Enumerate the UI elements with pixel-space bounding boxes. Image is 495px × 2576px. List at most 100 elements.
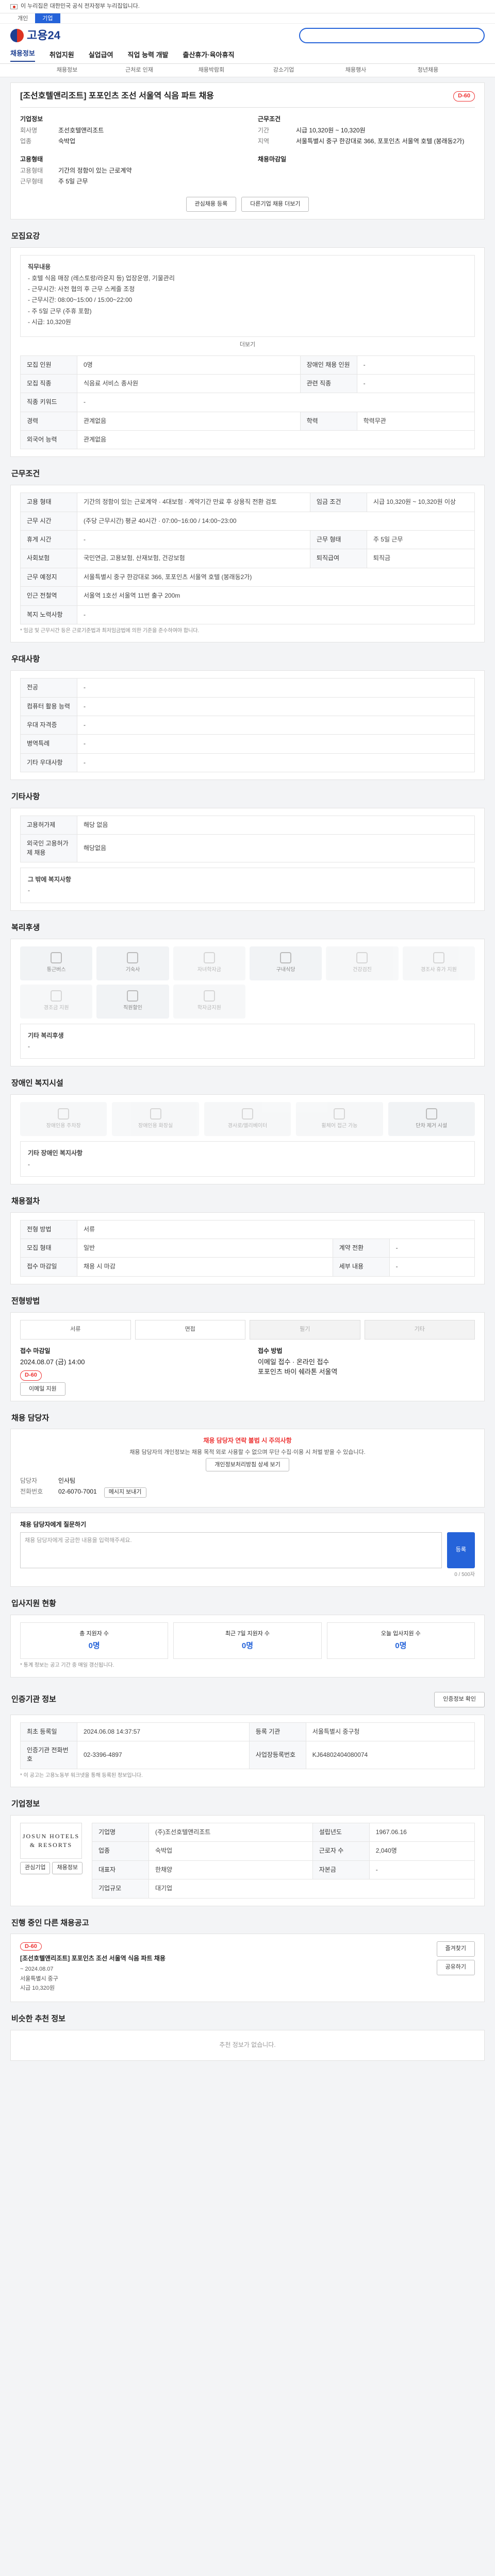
disability-extra: 기타 장애인 복지사항 - xyxy=(20,1141,475,1177)
contact-warning: 채용 담당자 연락 불법 시 주의사항 채용 담당자의 개인정보는 채용 목적 … xyxy=(20,1436,475,1471)
table-row: 병역특례 - xyxy=(20,734,475,754)
recent-job-title[interactable]: [조선호텔앤리조트] 포포인츠 조선 서울역 식음 파트 채용 xyxy=(20,1954,166,1963)
search-input[interactable] xyxy=(299,28,485,43)
job-title: [조선호텔앤리조트] 포포인츠 조선 서울역 식음 파트 채용 xyxy=(20,92,214,100)
warning-title: 채용 담당자 연락 불법 시 주의사항 xyxy=(203,1437,292,1445)
table-header: 컴퓨터 활용 능력 xyxy=(20,697,77,716)
table-row: 고용허가제 해당 없음 xyxy=(20,815,475,835)
table-cell: 채용 시 마감 xyxy=(77,1257,333,1277)
employment-type: 고용형태 고용형태 기간의 정함이 있는 근로계약 근무형태 주 5일 근무 xyxy=(20,155,237,188)
section-title: 기업정보 xyxy=(11,1800,40,1809)
description-line: - 호텔 식음 매장 (레스토랑/라운지 등) 업장운영, 기물관리 xyxy=(28,274,175,282)
content: [조선호텔앤리조트] 포포인츠 조선 서울역 식음 파트 채용 D-60 기업정… xyxy=(10,82,485,2081)
work-conditions: 근무조건 기간 시급 10,320원 ~ 10,320원 지역 서울특별시 중구 한… xyxy=(258,115,475,148)
recent-section: D-60 [조선호텔앤리조트] 포포인츠 조선 서울역 식음 파트 채용 ~ 2… xyxy=(10,1934,485,2003)
empty-message: 추천 정보가 없습니다. xyxy=(219,2041,276,2049)
nav-training[interactable]: 직업 능력 개발 xyxy=(128,50,169,60)
interest-button[interactable]: 관심채용 등록 xyxy=(186,196,237,212)
send-message-button[interactable]: 메시지 보내기 xyxy=(104,1487,146,1498)
subnav-item[interactable]: 청년채용 xyxy=(392,66,464,75)
question-textarea[interactable]: 채용 담당자에게 궁금한 내용을 입력해주세요. xyxy=(20,1532,442,1569)
table-cell: - xyxy=(77,393,475,412)
leave-icon xyxy=(433,952,444,964)
company-section: JOSUN HOTELS & RESORTS 관심기업 채용정보 기업명 (주)조선… xyxy=(10,1815,485,1906)
company-jobs-button[interactable]: 채용정보 xyxy=(52,1861,82,1874)
table-cell: 02-3396-4897 xyxy=(77,1740,250,1769)
table-header: 기업규모 xyxy=(91,1879,149,1899)
subnav-item[interactable]: 채용박람회 xyxy=(175,66,248,75)
tab-company[interactable]: 기업 xyxy=(35,13,60,23)
privacy-button[interactable]: 개인정보처리방침 상세 보기 xyxy=(206,1458,289,1471)
cert-button[interactable]: 인증정보 확인 xyxy=(434,1691,485,1707)
etc-extra-heading: 그 밖에 복지사항 xyxy=(28,876,71,884)
favorite-company-button[interactable]: 관심기업 xyxy=(20,1861,51,1874)
nav-unemployment[interactable]: 실업급여 xyxy=(89,50,113,60)
table-header: 설립년도 xyxy=(312,1822,370,1842)
company-info-heading: 기업정보 xyxy=(20,115,43,123)
table-header: 모집 직종 xyxy=(20,374,77,394)
welfare-label: 직원할인 xyxy=(123,1005,142,1011)
table-cell: 0명 xyxy=(77,355,301,375)
location-value: 서울특별시 중구 한강대로 366, 포포인츠 서울역 호텔 (봉래동2가) xyxy=(296,137,465,145)
company-name: 조선호텔앤리조트 xyxy=(58,126,104,134)
subnav-item[interactable]: 채용행사 xyxy=(320,66,392,75)
subnav-item[interactable]: 강소기업 xyxy=(248,66,320,75)
disability-icons: 장애인용 주차장 장애인용 화장실 경사로/엘리베이터 휠체어 접근 가능 단차… xyxy=(20,1102,475,1137)
bookmark-button[interactable]: 즐겨찾기 xyxy=(436,1941,475,1957)
subnav-item[interactable]: 채용정보 xyxy=(31,66,103,75)
company-industry: 숙박업 xyxy=(58,137,76,145)
recent-job-area: 서울특별시 중구 xyxy=(20,1975,58,1982)
subnav-item[interactable]: 근처로 인재 xyxy=(103,66,175,75)
contact-section: 채용 담당자 연락 불법 시 주의사항 채용 담당자의 개인정보는 채용 목적 … xyxy=(10,1429,485,1507)
disability-item: 경사로/엘리베이터 xyxy=(204,1102,291,1137)
company-table: 기업명 (주)조선호텔앤리조트 설립년도 1967.06.16 업종 숙박업 근로자 수2… xyxy=(91,1822,475,1899)
bus-icon xyxy=(51,952,62,964)
table-row: 기타 우대사항 - xyxy=(20,753,475,773)
sub-nav: 채용정보 근처로 인재 채용박람회 강소기업 채용행사 청년채용 xyxy=(0,64,495,77)
disability-item: 장애인용 주차장 xyxy=(20,1102,107,1137)
nav-support[interactable]: 취업지원 xyxy=(50,50,74,60)
nav-leave[interactable]: 출산휴가·육아휴직 xyxy=(183,50,235,60)
pref-table: 전공 - 컴퓨터 활용 능력 - 우대 자격증 - 병역특례 - 기타 우대사항 - xyxy=(20,678,475,773)
table-cell: - xyxy=(77,715,475,735)
submit-question-button[interactable]: 등록 xyxy=(447,1532,475,1569)
table-cell: 숙박업 xyxy=(148,1841,313,1861)
etc-table: 고용허가제 해당 없음 외국인 고용허가제 채용 해당없음 xyxy=(20,815,475,863)
table-header: 전형 방법 xyxy=(20,1219,77,1240)
welfare-item: 자녀학자금 xyxy=(173,946,245,980)
recent-job-card[interactable]: D-60 [조선호텔앤리조트] 포포인츠 조선 서울역 식음 파트 채용 ~ 2… xyxy=(20,1941,166,1994)
section-title: 근무조건 xyxy=(11,469,40,479)
apply-deadline-heading: 접수 마감일 xyxy=(20,1347,51,1354)
table-header: 고용 형태 xyxy=(20,493,77,512)
table-cell: 식음료 서비스 종사원 xyxy=(77,374,301,394)
company-info: 기업정보 회사명 조선호텔앤리조트 업종 숙박업 xyxy=(20,115,237,148)
table-row: 최초 등록일 2024.06.08 14:37:57 등록 기관 서울특별시 중구청 xyxy=(20,1722,475,1741)
table-row: 업종 숙박업 근로자 수 2,040명 xyxy=(91,1841,475,1861)
more-button[interactable]: 더보기 xyxy=(20,341,475,349)
share-button[interactable]: 공유하기 xyxy=(436,1960,475,1976)
nav-jobs[interactable]: 채용정보 xyxy=(10,49,35,62)
email-apply-button[interactable]: 이메일 지원 xyxy=(20,1382,65,1396)
table-header: 계약 전환 xyxy=(332,1239,390,1258)
tab-personal[interactable]: 개인 xyxy=(10,13,35,23)
welfare-label: 건강검진 xyxy=(353,967,372,973)
stat-card: 오늘 입사지원 수 0명 xyxy=(326,1622,475,1659)
kv-key: 근무형태 xyxy=(20,178,43,185)
more-jobs-button[interactable]: 다른기업 채용 더보기 xyxy=(241,196,309,212)
qna-section: 채용 담당자에게 질문하기 채용 담당자에게 궁금한 내용을 입력해주세요. 등… xyxy=(10,1512,485,1587)
welfare-label: 학자금지원 xyxy=(197,1005,221,1011)
work-type-value: 주 5일 근무 xyxy=(58,178,88,185)
kv-key: 전화번호 xyxy=(20,1488,43,1496)
work-section: 고용 형태 기간의 정함이 있는 근로계약 · 4대보험 · 계약기간 만료 후 … xyxy=(10,485,485,643)
step-etc: 기타 xyxy=(364,1319,475,1340)
table-cell: 한채양 xyxy=(148,1860,313,1880)
wheelchair-icon xyxy=(334,1108,345,1120)
recent-job-date: ~ 2024.08.07 xyxy=(20,1965,54,1972)
table-row: 경력 관계없음 학력 학력무관 xyxy=(20,411,475,431)
section-title: 입사지원 현황 xyxy=(11,1599,56,1608)
book-icon xyxy=(203,990,215,1002)
table-header: 우대 자격증 xyxy=(20,715,77,735)
site-logo[interactable]: 고용24 xyxy=(10,27,60,44)
flag-icon xyxy=(10,4,18,9)
table-cell: 해당 없음 xyxy=(77,815,475,835)
